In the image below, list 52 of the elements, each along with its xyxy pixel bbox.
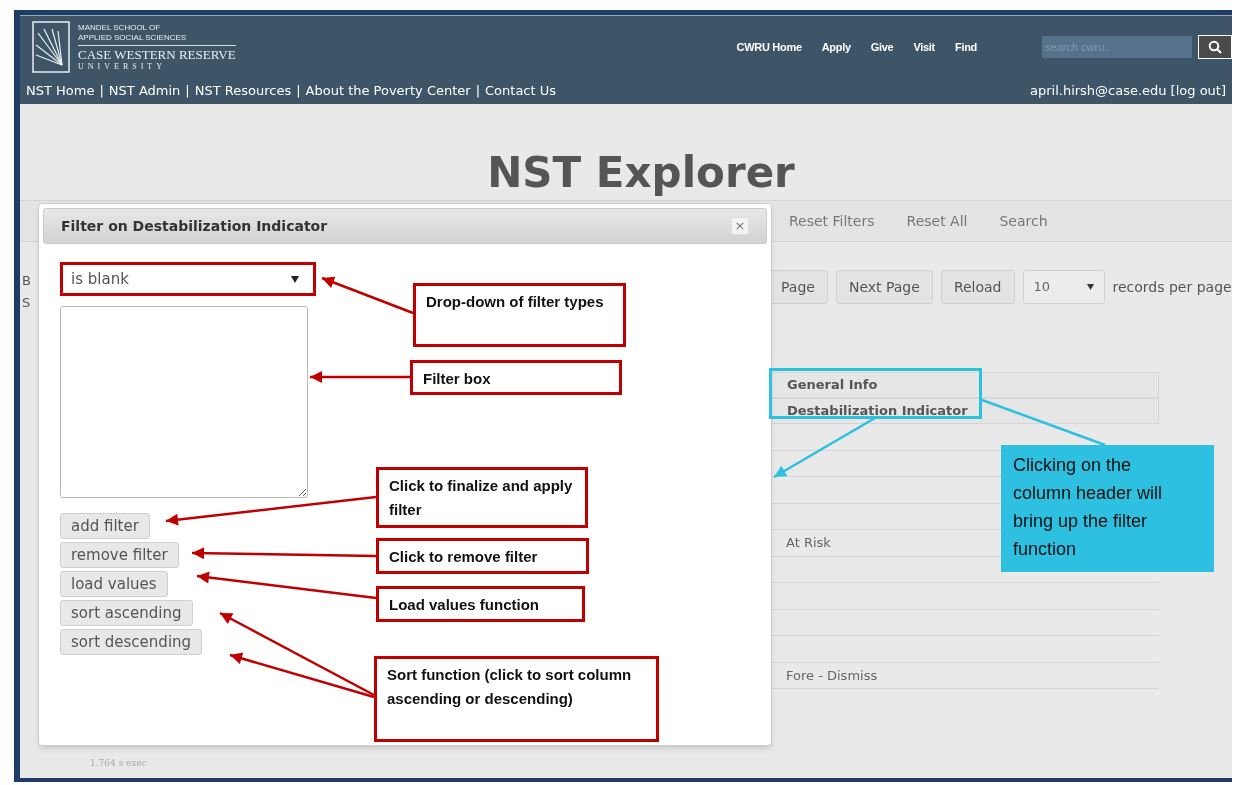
- table-cell-text: Fore - Dismiss: [786, 666, 878, 685]
- nav-separator: |: [296, 82, 301, 101]
- partial-text: S: [22, 294, 32, 312]
- annotation-box: Load values function: [376, 586, 585, 622]
- toolbar-link[interactable]: Reset All: [906, 210, 968, 232]
- filter-type-select[interactable]: is blank: [60, 262, 316, 296]
- top-link[interactable]: CWRU Home: [736, 38, 802, 56]
- toolbar-link[interactable]: Reset Filters: [789, 210, 875, 232]
- annotation-box: Drop-down of filter types: [413, 283, 626, 347]
- annotation-box: Filter box: [410, 360, 622, 395]
- search-button[interactable]: [1198, 35, 1232, 59]
- dialog-button[interactable]: load values: [60, 571, 168, 597]
- per-page-label: records per page: [1112, 277, 1232, 297]
- toolbar-link[interactable]: Search: [999, 210, 1048, 232]
- dialog-button[interactable]: sort descending: [60, 629, 203, 655]
- nav-link[interactable]: About the Poverty Center: [305, 81, 471, 101]
- caret-icon: [291, 275, 299, 283]
- table-cell-text: At Risk: [786, 534, 831, 552]
- top-link[interactable]: Give: [870, 38, 894, 56]
- nav-separator: |: [185, 82, 190, 101]
- nav-link[interactable]: Contact Us: [485, 81, 557, 101]
- nav-link[interactable]: NST Resources: [194, 81, 292, 101]
- pager-button[interactable]: Next Page: [835, 270, 933, 304]
- annotation-box: Click to finalize and apply filter: [376, 467, 588, 528]
- sunburst-icon: [32, 21, 70, 73]
- search-icon: [1208, 40, 1222, 54]
- per-page-select[interactable]: 10: [1022, 270, 1105, 304]
- annotation-box: Sort function (click to sort column ascending or descending): [374, 656, 659, 742]
- top-link[interactable]: Apply: [821, 38, 851, 56]
- nav-link[interactable]: NST Home: [26, 81, 95, 101]
- dialog-button[interactable]: add filter: [60, 513, 150, 539]
- close-button[interactable]: ×: [731, 217, 749, 235]
- pager-button[interactable]: Reload: [940, 270, 1015, 304]
- partial-text: B: [22, 272, 32, 290]
- top-link[interactable]: Find: [955, 38, 977, 56]
- caret-icon: [1086, 284, 1094, 290]
- callout-note: Clicking on the column header will bring up the filter function: [1001, 445, 1214, 572]
- university-name: CASE WESTERN RESERVE: [78, 47, 236, 62]
- top-link[interactable]: Visit: [913, 38, 935, 56]
- university-name: UNIVERSITY: [78, 61, 167, 72]
- user-email: april.hirsh@case.edu: [1029, 82, 1167, 101]
- dialog-button[interactable]: remove filter: [60, 542, 179, 568]
- nav-separator: |: [475, 82, 481, 101]
- dialog-title: Filter on Destabilization Indicator: [61, 216, 328, 236]
- nav-separator: |: [99, 82, 104, 101]
- page-title: NST Explorer: [486, 148, 796, 198]
- logout-link[interactable]: [log out]: [1170, 81, 1226, 101]
- school-name: MANDEL SCHOOL OF: [78, 22, 162, 33]
- nav-link[interactable]: NST Admin: [108, 81, 181, 101]
- dialog-button[interactable]: sort ascending: [60, 600, 193, 626]
- annotation-box: Click to remove filter: [376, 538, 589, 574]
- school-name: APPLIED SOCIAL SCIENCES: [78, 32, 236, 46]
